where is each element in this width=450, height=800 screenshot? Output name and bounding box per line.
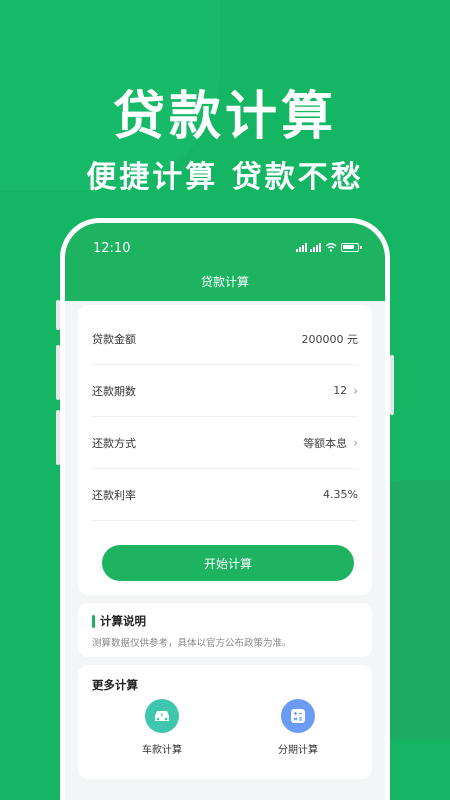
- battery-icon: [341, 242, 362, 252]
- installment-calc-item[interactable]: 分期计算: [258, 699, 338, 756]
- chevron-right-icon: ›: [353, 383, 358, 398]
- signal-icon: [296, 242, 321, 252]
- form-row-loan-amount[interactable]: 贷款金额 200000 元: [92, 313, 358, 365]
- car-loan-calc-item[interactable]: ¥ 车款计算: [122, 699, 202, 756]
- form-row-repayment-periods[interactable]: 还款期数 12 ›: [92, 365, 358, 417]
- hero-title: 贷款计算: [112, 87, 337, 147]
- form-label: 还款期数: [92, 384, 136, 398]
- app-title: 贷款计算: [200, 275, 249, 289]
- car-loan-icon: ¥: [145, 699, 179, 733]
- phone-side-button: [390, 355, 394, 415]
- hero-subtitle: 便捷计算 贷款不愁: [86, 160, 364, 195]
- form-row-interest-rate[interactable]: 还款利率 4.35%: [92, 469, 358, 521]
- calculator-icon: [281, 699, 315, 733]
- notes-text: 测算数据仅供参考，具体以官方公布政策为准。: [92, 638, 292, 649]
- car-loan-label: 车款计算: [142, 745, 182, 756]
- more-title: 更多计算: [92, 678, 138, 692]
- loan-form-card: 贷款金额 200000 元 还款期数 12 › 还款方式 等额本息 › 还款利率…: [78, 305, 372, 595]
- section-marker: [92, 615, 95, 628]
- phone-frame: 12:10 贷款计算 贷款金额 200000 元 还款期数 12 › 还款方式 …: [60, 218, 390, 800]
- app-header: 12:10 贷款计算: [65, 223, 385, 301]
- wifi-icon: [325, 243, 337, 252]
- repayment-method-value: 等额本息: [303, 436, 348, 450]
- form-row-repayment-method[interactable]: 还款方式 等额本息 ›: [92, 417, 358, 469]
- svg-text:¥: ¥: [160, 713, 163, 719]
- interest-rate-value: 4.35%: [323, 488, 358, 501]
- chevron-right-icon: ›: [353, 435, 358, 450]
- installment-label: 分期计算: [278, 745, 318, 756]
- calculation-notes-card: 计算说明 测算数据仅供参考，具体以官方公布政策为准。: [78, 603, 372, 657]
- notes-title: 计算说明: [100, 614, 146, 628]
- start-calculation-button[interactable]: 开始计算: [102, 545, 354, 581]
- status-icons: [296, 242, 362, 252]
- form-label: 还款利率: [92, 488, 136, 502]
- status-time: 12:10: [93, 241, 131, 256]
- repayment-periods-value: 12: [333, 384, 348, 397]
- form-label: 还款方式: [92, 436, 136, 450]
- more-calculations-card: 更多计算 ¥ 车款计算 分期计算: [78, 665, 372, 779]
- form-label: 贷款金额: [92, 332, 136, 346]
- loan-amount-value: 200000 元: [301, 332, 359, 346]
